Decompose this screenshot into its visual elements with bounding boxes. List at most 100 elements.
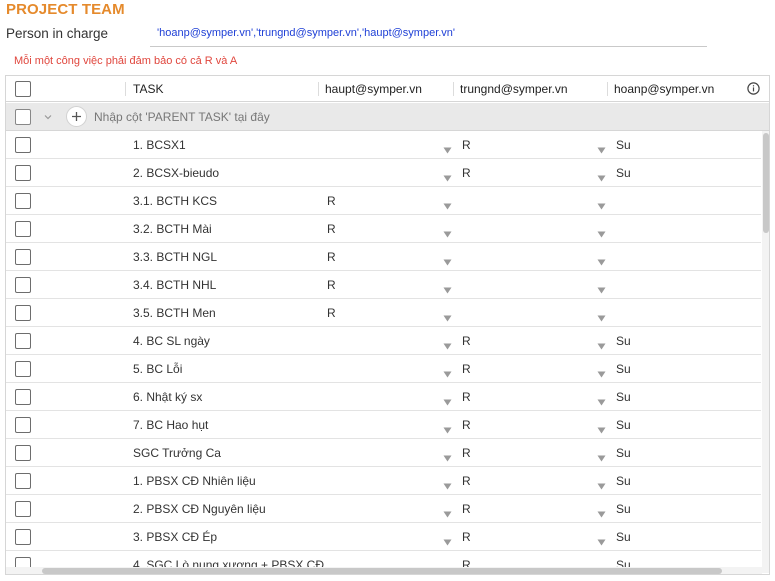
task-cell[interactable]: 3.3. BCTH NGL xyxy=(133,250,217,264)
dropdown-arrow-icon[interactable] xyxy=(597,309,606,327)
column-header-haupt[interactable]: haupt@symper.vn xyxy=(325,76,422,102)
row-checkbox[interactable] xyxy=(15,305,31,321)
dropdown-arrow-icon[interactable] xyxy=(443,393,452,411)
trungnd-role-cell[interactable]: R xyxy=(462,446,471,460)
column-header-hoanp[interactable]: hoanp@symper.vn xyxy=(614,76,714,102)
task-cell[interactable]: 3. PBSX CĐ Ép xyxy=(133,530,217,544)
trungnd-role-cell[interactable]: R xyxy=(462,502,471,516)
table-row[interactable]: 3.1. BCTH KCS R xyxy=(6,187,761,215)
hoanp-role-cell[interactable]: Su xyxy=(616,474,631,488)
haupt-role-cell[interactable]: R xyxy=(327,222,336,236)
hoanp-role-cell[interactable]: Su xyxy=(616,418,631,432)
task-cell[interactable]: 2. PBSX CĐ Nguyên liệu xyxy=(133,502,266,516)
dropdown-arrow-icon[interactable] xyxy=(443,197,452,215)
group-row-checkbox[interactable] xyxy=(15,109,31,125)
task-cell[interactable]: 5. BC Lỗi xyxy=(133,362,182,376)
task-cell[interactable]: 3.1. BCTH KCS xyxy=(133,194,217,208)
haupt-role-cell[interactable]: R xyxy=(327,194,336,208)
hoanp-role-cell[interactable]: Su xyxy=(616,446,631,460)
vertical-scrollbar[interactable] xyxy=(762,131,769,573)
dropdown-arrow-icon[interactable] xyxy=(443,169,452,187)
table-row[interactable]: 6. Nhật ký sx R Su xyxy=(6,383,761,411)
table-row[interactable]: SGC Trưởng Ca R Su xyxy=(6,439,761,467)
hoanp-role-cell[interactable]: Su xyxy=(616,530,631,544)
dropdown-arrow-icon[interactable] xyxy=(443,449,452,467)
task-cell[interactable]: 7. BC Hao hụt xyxy=(133,418,208,432)
trungnd-role-cell[interactable]: R xyxy=(462,138,471,152)
haupt-role-cell[interactable]: R xyxy=(327,306,336,320)
column-header-task[interactable]: TASK xyxy=(133,76,163,102)
task-cell[interactable]: 6. Nhật ký sx xyxy=(133,390,202,404)
row-checkbox[interactable] xyxy=(15,221,31,237)
dropdown-arrow-icon[interactable] xyxy=(597,253,606,271)
hoanp-role-cell[interactable]: Su xyxy=(616,166,631,180)
hoanp-role-cell[interactable]: Su xyxy=(616,334,631,348)
task-cell[interactable]: SGC Trưởng Ca xyxy=(133,446,221,460)
task-cell[interactable]: 4. BC SL ngày xyxy=(133,334,210,348)
row-checkbox[interactable] xyxy=(15,361,31,377)
table-row[interactable]: 2. BCSX-bieudo R Su xyxy=(6,159,761,187)
dropdown-arrow-icon[interactable] xyxy=(597,477,606,495)
dropdown-arrow-icon[interactable] xyxy=(443,505,452,523)
chevron-down-icon[interactable] xyxy=(42,111,54,123)
person-in-charge-field[interactable]: 'hoanp@symper.vn','trungnd@symper.vn','h… xyxy=(150,22,707,47)
row-checkbox[interactable] xyxy=(15,445,31,461)
dropdown-arrow-icon[interactable] xyxy=(597,141,606,159)
hoanp-role-cell[interactable]: Su xyxy=(616,138,631,152)
row-checkbox[interactable] xyxy=(15,473,31,489)
row-checkbox[interactable] xyxy=(15,501,31,517)
hoanp-role-cell[interactable]: Su xyxy=(616,390,631,404)
table-row[interactable]: 1. BCSX1 R Su xyxy=(6,131,761,159)
dropdown-arrow-icon[interactable] xyxy=(597,449,606,467)
select-all-checkbox[interactable] xyxy=(15,81,31,97)
trungnd-role-cell[interactable]: R xyxy=(462,166,471,180)
table-row[interactable]: 3.3. BCTH NGL R xyxy=(6,243,761,271)
row-checkbox[interactable] xyxy=(15,389,31,405)
vertical-scroll-thumb[interactable] xyxy=(763,133,769,233)
row-checkbox[interactable] xyxy=(15,249,31,265)
row-checkbox[interactable] xyxy=(15,277,31,293)
dropdown-arrow-icon[interactable] xyxy=(443,365,452,383)
table-row[interactable]: 4. BC SL ngày R Su xyxy=(6,327,761,355)
dropdown-arrow-icon[interactable] xyxy=(597,225,606,243)
row-checkbox[interactable] xyxy=(15,137,31,153)
trungnd-role-cell[interactable]: R xyxy=(462,418,471,432)
add-parent-task-button[interactable] xyxy=(66,106,87,127)
dropdown-arrow-icon[interactable] xyxy=(443,281,452,299)
row-checkbox[interactable] xyxy=(15,529,31,545)
table-row[interactable]: 2. PBSX CĐ Nguyên liệu R Su xyxy=(6,495,761,523)
task-cell[interactable]: 1. PBSX CĐ Nhiên liệu xyxy=(133,474,256,488)
task-cell[interactable]: 3.2. BCTH Mài xyxy=(133,222,212,236)
dropdown-arrow-icon[interactable] xyxy=(443,225,452,243)
trungnd-role-cell[interactable]: R xyxy=(462,530,471,544)
hoanp-role-cell[interactable]: Su xyxy=(616,502,631,516)
row-checkbox[interactable] xyxy=(15,165,31,181)
dropdown-arrow-icon[interactable] xyxy=(597,365,606,383)
horizontal-scroll-thumb[interactable] xyxy=(42,568,722,574)
task-cell[interactable]: 1. BCSX1 xyxy=(133,138,186,152)
row-checkbox[interactable] xyxy=(15,333,31,349)
haupt-role-cell[interactable]: R xyxy=(327,250,336,264)
dropdown-arrow-icon[interactable] xyxy=(443,477,452,495)
task-cell[interactable]: 3.5. BCTH Men xyxy=(133,306,216,320)
trungnd-role-cell[interactable]: R xyxy=(462,334,471,348)
dropdown-arrow-icon[interactable] xyxy=(443,337,452,355)
table-row[interactable]: 3.4. BCTH NHL R xyxy=(6,271,761,299)
horizontal-scrollbar[interactable] xyxy=(6,567,762,574)
row-checkbox[interactable] xyxy=(15,417,31,433)
haupt-role-cell[interactable]: R xyxy=(327,278,336,292)
dropdown-arrow-icon[interactable] xyxy=(443,309,452,327)
dropdown-arrow-icon[interactable] xyxy=(443,421,452,439)
dropdown-arrow-icon[interactable] xyxy=(597,197,606,215)
task-cell[interactable]: 2. BCSX-bieudo xyxy=(133,166,219,180)
dropdown-arrow-icon[interactable] xyxy=(597,281,606,299)
row-checkbox[interactable] xyxy=(15,193,31,209)
table-row[interactable]: 7. BC Hao hụt R Su xyxy=(6,411,761,439)
dropdown-arrow-icon[interactable] xyxy=(597,169,606,187)
dropdown-arrow-icon[interactable] xyxy=(597,533,606,551)
table-row[interactable]: 3.5. BCTH Men R xyxy=(6,299,761,327)
table-row[interactable]: 5. BC Lỗi R Su xyxy=(6,355,761,383)
trungnd-role-cell[interactable]: R xyxy=(462,362,471,376)
dropdown-arrow-icon[interactable] xyxy=(597,337,606,355)
trungnd-role-cell[interactable]: R xyxy=(462,474,471,488)
